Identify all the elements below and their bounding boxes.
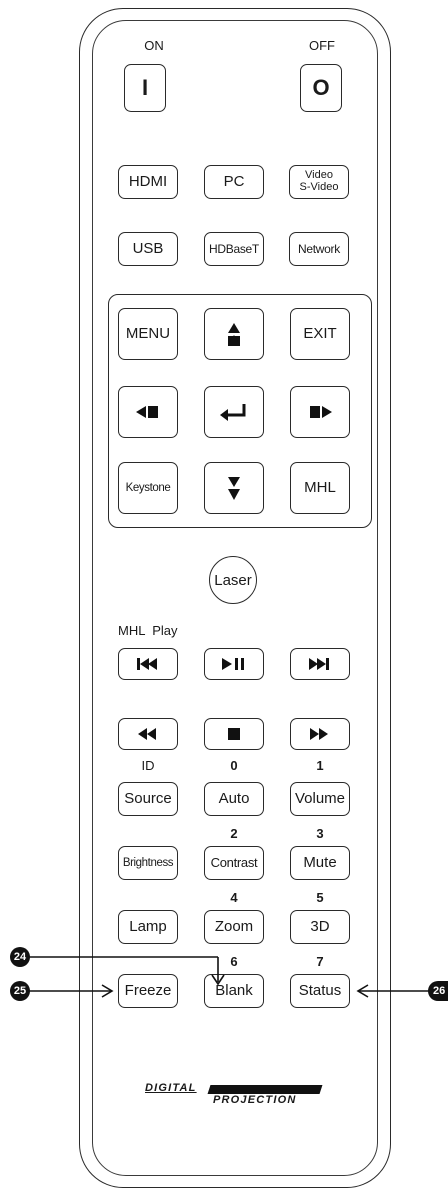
logo-text-digital: DIGITAL xyxy=(145,1082,197,1094)
callout-arrows xyxy=(20,956,436,998)
callout-26-text: 26 xyxy=(433,985,446,997)
callout-25-badge: 25 xyxy=(10,981,30,1001)
callout-26-arrow xyxy=(356,984,436,998)
callout-24-badge: 24 xyxy=(10,947,30,967)
logo-text-projection: PROJECTION xyxy=(213,1094,297,1106)
digital-projection-logo: DIGITAL PROJECTION xyxy=(145,1082,323,1108)
callout-24-arrow xyxy=(20,956,225,986)
logo-bar xyxy=(207,1085,323,1094)
callout-25-arrow xyxy=(20,984,114,998)
callout-26-badge: 26 xyxy=(428,981,448,1001)
